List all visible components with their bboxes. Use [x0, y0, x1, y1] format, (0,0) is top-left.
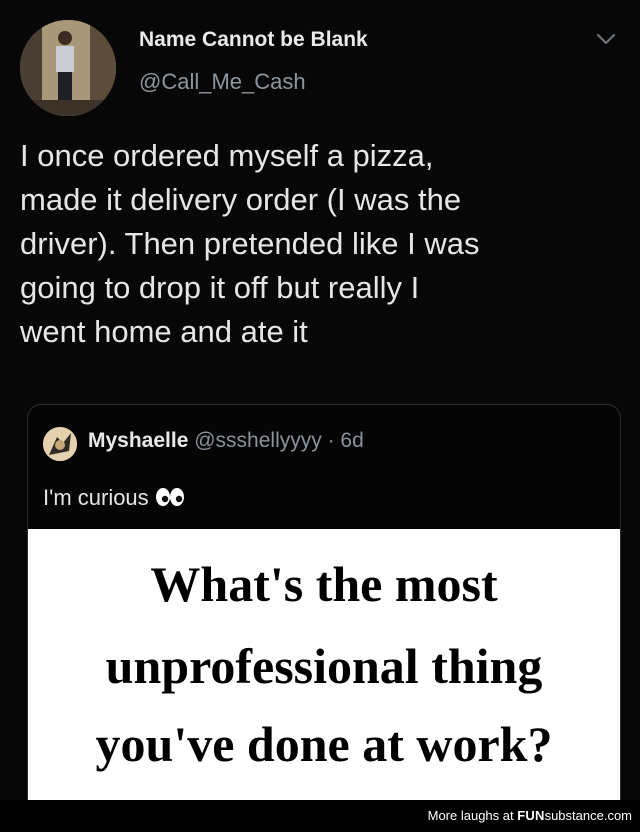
quote-text: I'm curious	[43, 485, 185, 513]
author-avatar[interactable]	[20, 20, 116, 116]
eyes-icon	[155, 487, 185, 513]
watermark-prefix: More laughs at	[427, 808, 518, 823]
author-handle[interactable]: @Call_Me_Cash	[139, 69, 306, 95]
quote-author-name[interactable]: Myshaelle	[88, 429, 188, 452]
tweet-text-line: went home and ate it	[20, 314, 308, 349]
watermark-brand-domain: .com	[603, 808, 632, 823]
watermark-footer: More laughs at FUNsubstance.com	[0, 800, 640, 832]
tweet-text-line: going to drop it off but really I	[20, 270, 420, 305]
tweet-text-line: made it delivery order (I was the	[20, 182, 462, 217]
image-text-line: unprofessional thing	[105, 638, 543, 694]
quote-header: Myshaelle @ssshellyyyy · 6d	[88, 429, 364, 453]
image-text-line: What's the most	[150, 556, 498, 612]
tweet-text-line: I once ordered myself a pizza,	[20, 138, 434, 173]
quote-timestamp[interactable]: 6d	[340, 429, 363, 452]
quote-author-avatar[interactable]	[43, 427, 77, 461]
quote-author-handle[interactable]: @ssshellyyyy	[194, 429, 322, 452]
quote-separator: ·	[321, 429, 341, 452]
chevron-down-icon[interactable]	[595, 30, 617, 48]
quote-image[interactable]: What's the most unprofessional thing you…	[28, 529, 620, 801]
image-text-line: you've done at work?	[95, 716, 553, 772]
tweet-text-line: driver). Then pretended like I was	[20, 226, 480, 261]
watermark-brand-substance: substance	[544, 808, 604, 823]
quote-text-label: I'm curious	[43, 485, 149, 510]
quoted-tweet[interactable]: Myshaelle @ssshellyyyy · 6d I'm curious …	[27, 404, 621, 801]
author-display-name[interactable]: Name Cannot be Blank	[139, 28, 368, 52]
tweet-text: I once ordered myself a pizza, made it d…	[20, 134, 620, 354]
tweet-card: Name Cannot be Blank @Call_Me_Cash I onc…	[0, 0, 640, 801]
watermark-brand-fun: FUN	[517, 808, 545, 823]
watermark-text: More laughs at FUNsubstance.com	[428, 808, 632, 823]
